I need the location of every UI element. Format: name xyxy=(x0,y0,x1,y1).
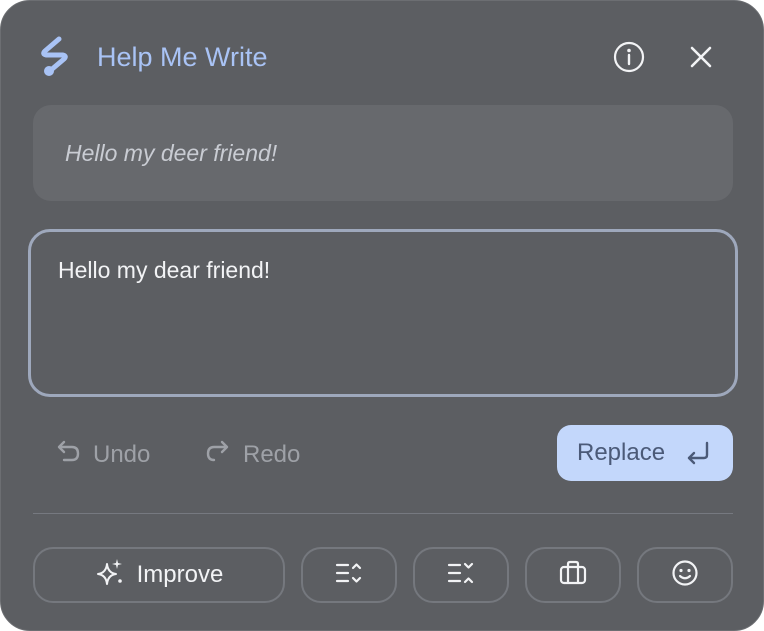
shorten-button[interactable] xyxy=(301,547,397,603)
redo-arrow-icon xyxy=(203,437,243,474)
formal-tone-button[interactable] xyxy=(525,547,621,603)
sparkles-icon xyxy=(95,557,137,594)
close-button[interactable] xyxy=(683,39,719,75)
improve-label: Improve xyxy=(136,561,224,588)
improve-button[interactable]: Improve xyxy=(33,547,285,603)
original-text-box: Hello my deer friend! xyxy=(33,105,733,201)
info-button[interactable] xyxy=(611,39,647,75)
replace-label: Replace xyxy=(577,439,666,466)
replace-button[interactable]: Replace xyxy=(557,425,733,481)
briefcase-icon xyxy=(558,559,588,592)
close-icon xyxy=(683,46,719,79)
smiley-icon xyxy=(670,558,700,593)
suggestion-text-area[interactable]: Hello my dear friend! xyxy=(28,229,738,397)
casual-tone-button[interactable] xyxy=(637,547,733,603)
expand-lines-icon xyxy=(446,560,476,591)
undo-arrow-icon xyxy=(53,437,93,474)
redo-button[interactable]: Redo xyxy=(203,433,300,477)
elaborate-button[interactable] xyxy=(413,547,509,603)
info-circle-icon xyxy=(611,41,647,79)
suggestion-text[interactable]: Hello my dear friend! xyxy=(58,256,270,284)
divider xyxy=(33,513,733,514)
shorten-lines-icon xyxy=(334,560,364,591)
undo-button[interactable]: Undo xyxy=(53,433,150,477)
redo-label: Redo xyxy=(243,441,301,468)
panel-title: Help Me Write xyxy=(97,42,268,72)
original-text: Hello my deer friend! xyxy=(65,140,278,166)
panel-header: Help Me Write xyxy=(1,1,764,113)
lightning-pen-icon xyxy=(37,36,77,78)
undo-label: Undo xyxy=(93,441,151,468)
help-me-write-panel: Help Me Write Hello my deer friend! Hell… xyxy=(0,0,764,631)
enter-return-icon xyxy=(683,439,713,474)
